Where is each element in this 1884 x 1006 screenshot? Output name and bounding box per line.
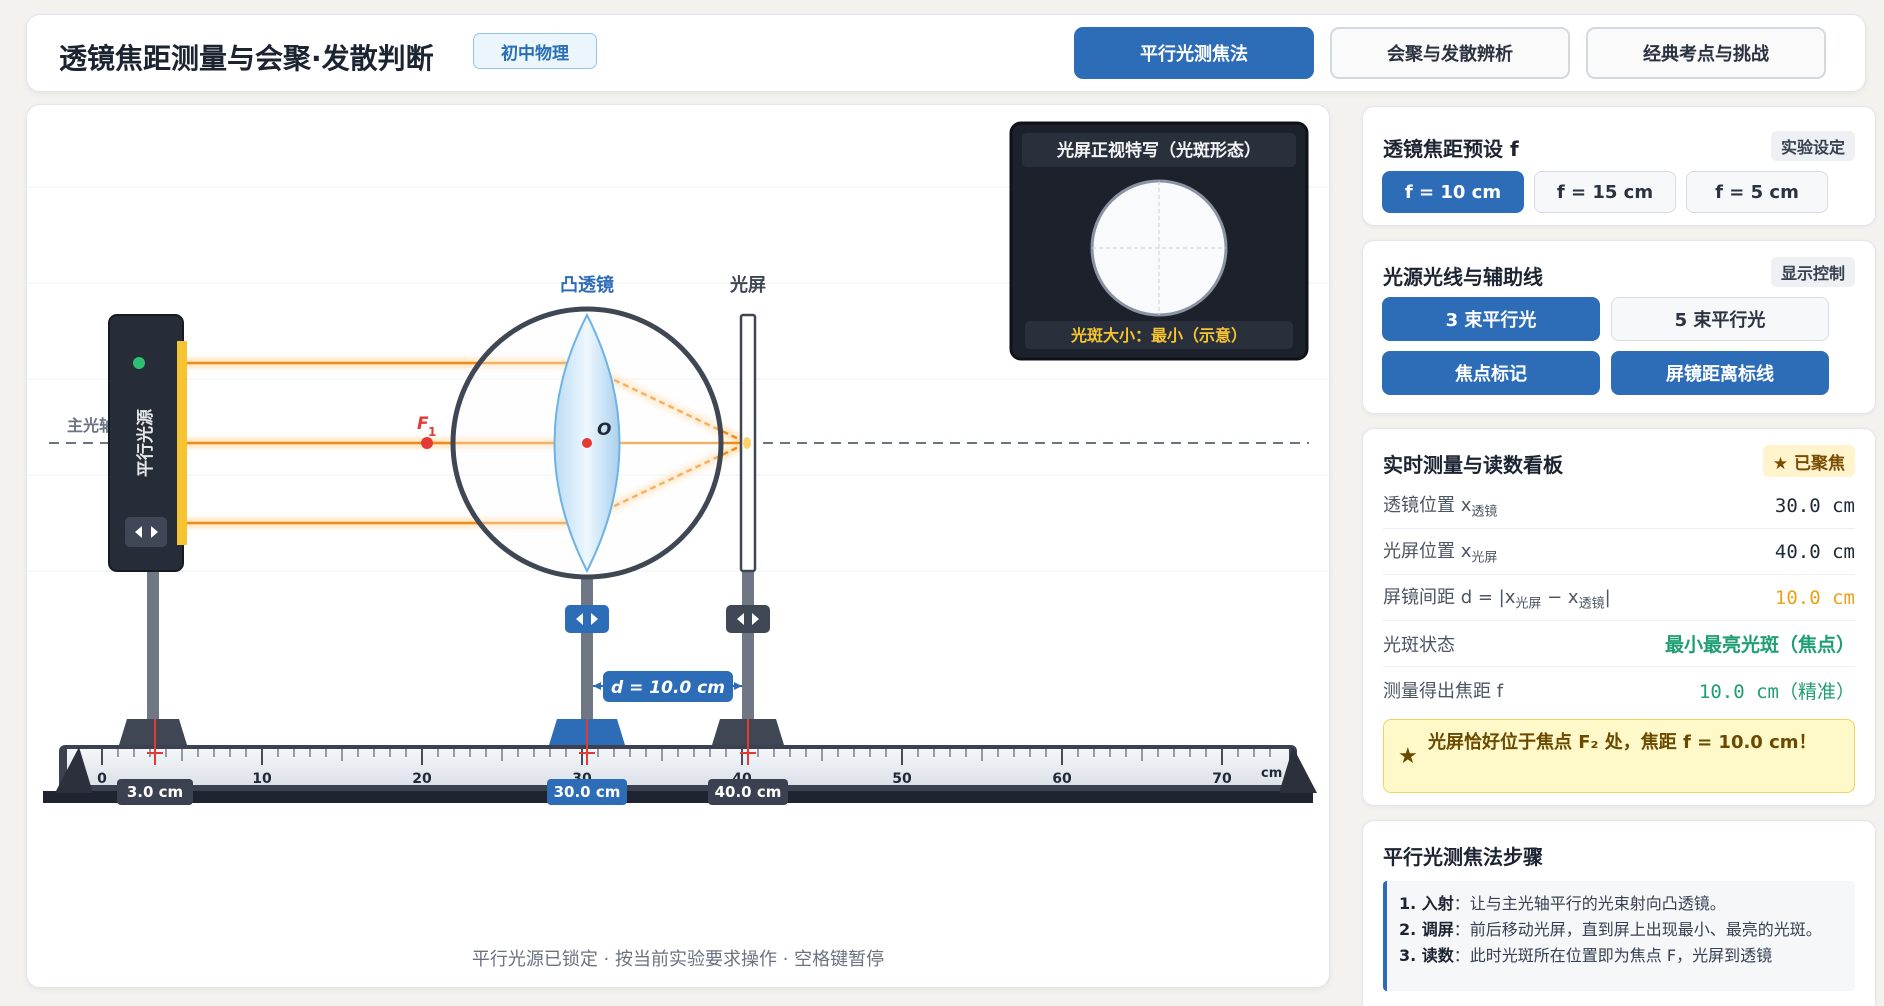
focused-status-badge: ★ 已聚焦	[1762, 445, 1855, 477]
ruler-unit: cm	[1261, 766, 1282, 781]
step-1: 1. 入射：让与主光轴平行的光束射向凸透镜。	[1399, 894, 1726, 913]
readout-title: 实时测量与读数看板	[1383, 453, 1563, 477]
spot-closeup-panel: 光屏正视特写（光斑形态） 光斑大小：最小（示意）	[1009, 121, 1309, 361]
focal-preset-panel: 透镜焦距预设 f 实验设定 f = 10 cm f = 15 cm f = 5 …	[1362, 106, 1876, 226]
tab-converge-diverge[interactable]: 会聚与发散辨析	[1330, 27, 1570, 79]
display-controls-title: 光源光线与辅助线	[1383, 265, 1543, 289]
power-indicator-icon	[133, 357, 145, 369]
optical-center-dot	[582, 438, 592, 448]
source-stand	[119, 570, 187, 745]
focal-option-15cm[interactable]: f = 15 cm	[1534, 171, 1676, 213]
distance-line-toggle[interactable]: 屏镜距离标线	[1611, 351, 1829, 395]
distance-row: 屏镜间距 d = |x光屏 − x透镜| 10.0 cm	[1383, 575, 1855, 621]
five-beams-button[interactable]: 5 束平行光	[1611, 297, 1829, 341]
measured-focal-value: 10.0 cm（精准）	[1698, 680, 1855, 703]
ruler-tick-label: 0	[97, 771, 107, 787]
screen-position-label: 40.0 cm	[715, 783, 782, 801]
focal-preset-title: 透镜焦距预设 f	[1383, 137, 1519, 161]
screen-drag-handle[interactable]	[726, 605, 770, 633]
step-2: 2. 调屏：前后移动光屏，直到屏上出现最小、最亮的光斑。	[1399, 920, 1822, 939]
focal-option-5cm[interactable]: f = 5 cm	[1686, 171, 1828, 213]
lens-drag-handle[interactable]	[565, 605, 609, 633]
spot-size-caption: 光斑大小：最小（示意）	[1070, 326, 1247, 345]
parallel-light-source[interactable]: 平行光源	[108, 314, 187, 572]
screen-position-row: 光屏位置 x光屏 40.0 cm	[1383, 529, 1855, 575]
focus-spot-on-screen	[743, 437, 751, 449]
focal-option-10cm[interactable]: f = 10 cm	[1382, 171, 1524, 213]
ruler-tick-label: 50	[892, 771, 912, 787]
lens-position-row: 透镜位置 x透镜 30.0 cm	[1383, 483, 1855, 529]
ruler-tick-label: 60	[1052, 771, 1072, 787]
readout-panel: 实时测量与读数看板 ★ 已聚焦 透镜位置 x透镜 30.0 cm 光屏位置 x光…	[1362, 428, 1876, 806]
optical-bench-ruler: 0 10 20 30 40 50 60 70 cm	[43, 745, 1317, 803]
lens-position-label: 30.0 cm	[554, 783, 621, 801]
display-controls-panel: 光源光线与辅助线 显示控制 3 束平行光 5 束平行光 焦点标记 屏镜距离标线	[1362, 240, 1876, 414]
spot-state-value: 最小最亮光斑（焦点）	[1664, 634, 1855, 656]
stage-hint: 平行光源已锁定 · 按当前实验要求操作 · 空格键暂停	[471, 949, 885, 970]
steps-list: 1. 入射：让与主光轴平行的光束射向凸透镜。 2. 调屏：前后移动光屏，直到屏上…	[1383, 881, 1855, 991]
star-icon: ★	[1398, 744, 1418, 769]
screen-stand	[712, 570, 784, 745]
screen-label: 光屏	[729, 274, 766, 296]
distance-marker: d = 10.0 cm	[593, 671, 742, 702]
result-message: ★ 光屏恰好位于焦点 F₂ 处，焦距 f = 10.0 cm！	[1383, 719, 1855, 793]
ruler-tick-label: 70	[1212, 771, 1232, 787]
lens-position-value: 30.0 cm	[1774, 494, 1855, 517]
display-control-tag: 显示控制	[1770, 257, 1855, 287]
focus-marker-toggle[interactable]: 焦点标记	[1382, 351, 1600, 395]
spot-state-row: 光斑状态 最小最亮光斑（焦点）	[1383, 621, 1855, 667]
top-header: 透镜焦距测量与会聚·发散判断 初中物理 平行光测焦法 会聚与发散辨析 经典考点与…	[26, 14, 1866, 92]
light-source-label: 平行光源	[135, 409, 156, 477]
ruler-tick-label: 20	[412, 771, 432, 787]
focus-subscript: 1	[428, 425, 436, 439]
tab-classic-challenges[interactable]: 经典考点与挑战	[1586, 27, 1826, 79]
experiment-setting-tag: 实验设定	[1770, 131, 1855, 161]
optical-center-label: O	[597, 420, 611, 440]
lens-label: 凸透镜	[560, 274, 614, 296]
subject-badge: 初中物理	[473, 33, 597, 69]
steps-title: 平行光测焦法步骤	[1383, 845, 1543, 869]
tab-parallel-light-method[interactable]: 平行光测焦法	[1074, 27, 1314, 79]
measured-focal-row: 测量得出焦距 f 10.0 cm（精准）	[1383, 667, 1855, 713]
spot-closeup-title: 光屏正视特写（光斑形态）	[1056, 140, 1261, 161]
principal-axis-label: 主光轴	[67, 416, 115, 435]
ruler-tick-label: 10	[252, 771, 272, 787]
source-drag-handle[interactable]	[125, 517, 167, 547]
app-title: 透镜焦距测量与会聚·发散判断	[59, 42, 434, 75]
screen-position-value: 40.0 cm	[1774, 540, 1855, 563]
steps-panel: 平行光测焦法步骤 1. 入射：让与主光轴平行的光束射向凸透镜。 2. 调屏：前后…	[1362, 820, 1876, 1006]
three-beams-button[interactable]: 3 束平行光	[1382, 297, 1600, 341]
distance-label: d = 10.0 cm	[611, 678, 725, 698]
optics-bench-svg: 主光轴 平行光源 凸透镜 O F 1 光屏 d = 10.0 cm 0 10 2…	[27, 121, 1329, 805]
source-position-label: 3.0 cm	[127, 783, 183, 801]
step-3: 3. 读数：此时光斑所在位置即为焦点 F，光屏到透镜	[1399, 946, 1773, 965]
light-screen[interactable]	[739, 313, 757, 573]
experiment-stage: 主光轴 平行光源 凸透镜 O F 1 光屏 d = 10.0 cm 0 10 2…	[26, 104, 1330, 988]
distance-value: 10.0 cm	[1774, 586, 1855, 609]
